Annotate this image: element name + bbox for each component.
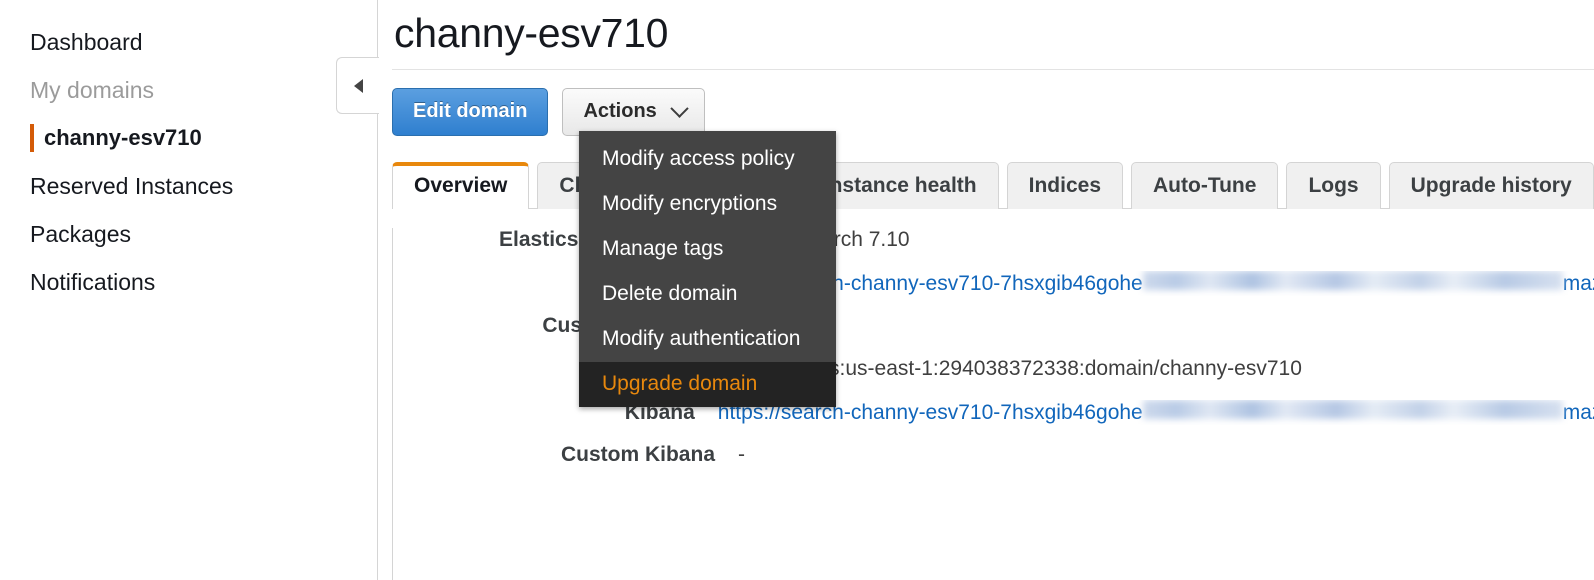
main-content: channy-esv710 Edit domain Actions Overvi…: [392, 0, 1594, 580]
actions-dropdown-menu: Modify access policy Modify encryptions …: [579, 131, 836, 407]
menu-item-delete-domain[interactable]: Delete domain: [579, 272, 836, 317]
menu-item-modify-authentication[interactable]: Modify authentication: [579, 317, 836, 362]
menu-item-label: Modify authentication: [602, 327, 800, 350]
detail-value-endpoint-link[interactable]: https://search-channy-esv710-7hsxgib46go…: [718, 271, 1594, 296]
tab-bar: Overview Cluster configuration Instance …: [392, 162, 1594, 209]
triangle-left-icon: [354, 79, 363, 93]
menu-item-modify-encryptions[interactable]: Modify encryptions: [579, 182, 836, 227]
tab-label: Logs: [1308, 174, 1358, 197]
menu-item-label: Modify access policy: [602, 147, 795, 170]
tab-overview[interactable]: Overview: [392, 162, 529, 209]
sidebar-item-dashboard[interactable]: Dashboard: [0, 18, 377, 66]
redacted-kibana-segment: [1143, 400, 1563, 419]
menu-item-label: Manage tags: [602, 237, 723, 260]
sidebar-item-packages[interactable]: Packages: [0, 210, 377, 258]
tab-label: Indices: [1029, 174, 1101, 197]
menu-item-upgrade-domain[interactable]: Upgrade domain: [579, 362, 836, 407]
tab-auto-tune[interactable]: Auto-Tune: [1131, 162, 1278, 209]
tab-upgrade-history[interactable]: Upgrade history: [1389, 162, 1594, 209]
actions-button-label: Actions: [583, 100, 656, 123]
detail-row-custom-endpoint: Custom endpoint -: [393, 314, 1594, 357]
endpoint-url-suffix: mazonaw: [1563, 272, 1594, 295]
tab-label: Upgrade history: [1411, 174, 1572, 197]
sidebar-item-label: Notifications: [30, 269, 155, 295]
detail-value-kibana-link[interactable]: https://search-channy-esv710-7hsxgib46go…: [718, 400, 1594, 425]
detail-value: -: [738, 443, 745, 467]
detail-row-domain-arn: Domain ARN arn:aws:es:us-east-1:29403837…: [393, 357, 1594, 400]
detail-row-kibana: Kibana https://search-channy-esv710-7hsx…: [393, 400, 1594, 443]
sidebar-item-my-domains[interactable]: My domains: [0, 66, 377, 114]
tab-indices[interactable]: Indices: [1007, 162, 1123, 209]
tab-label: Auto-Tune: [1153, 174, 1256, 197]
sidebar: Dashboard My domains channy-esv710 Reser…: [0, 0, 378, 580]
actions-button[interactable]: Actions: [562, 88, 704, 136]
detail-row-elasticsearch-version: Elasticsearch version Elasticsearch 7.10: [393, 228, 1594, 271]
kibana-url-suffix: mazonaw: [1563, 401, 1594, 424]
sidebar-item-notifications[interactable]: Notifications: [0, 258, 377, 306]
menu-item-modify-access-policy[interactable]: Modify access policy: [579, 137, 836, 182]
sidebar-item-label: Reserved Instances: [30, 173, 233, 199]
menu-item-label: Delete domain: [602, 282, 737, 305]
menu-item-label: Modify encryptions: [602, 192, 777, 215]
tab-logs[interactable]: Logs: [1286, 162, 1380, 209]
menu-item-label: Upgrade domain: [602, 372, 757, 395]
redacted-endpoint-segment: [1143, 271, 1563, 290]
detail-label: Custom Kibana: [393, 443, 738, 467]
sidebar-item-label: Dashboard: [30, 29, 143, 55]
tab-label: Overview: [414, 174, 507, 197]
edit-domain-button[interactable]: Edit domain: [392, 88, 548, 136]
overview-detail-panel: Elasticsearch version Elasticsearch 7.10…: [392, 228, 1594, 580]
detail-row-custom-kibana: Custom Kibana -: [393, 443, 1594, 486]
sidebar-item-label: Packages: [30, 221, 131, 247]
sidebar-item-label: channy-esv710: [44, 125, 202, 150]
detail-row-endpoint: Endpoint https://search-channy-esv710-7h…: [393, 271, 1594, 314]
tab-label: Instance health: [824, 174, 977, 197]
sidebar-item-channy-esv710[interactable]: channy-esv710: [0, 114, 377, 162]
page-title: channy-esv710: [392, 0, 1594, 69]
sidebar-collapse-button[interactable]: [336, 57, 379, 114]
sidebar-item-reserved-instances[interactable]: Reserved Instances: [0, 162, 377, 210]
chevron-down-icon: [670, 99, 688, 117]
sidebar-item-label: My domains: [30, 77, 154, 103]
toolbar: Edit domain Actions: [392, 70, 1594, 136]
menu-item-manage-tags[interactable]: Manage tags: [579, 227, 836, 272]
